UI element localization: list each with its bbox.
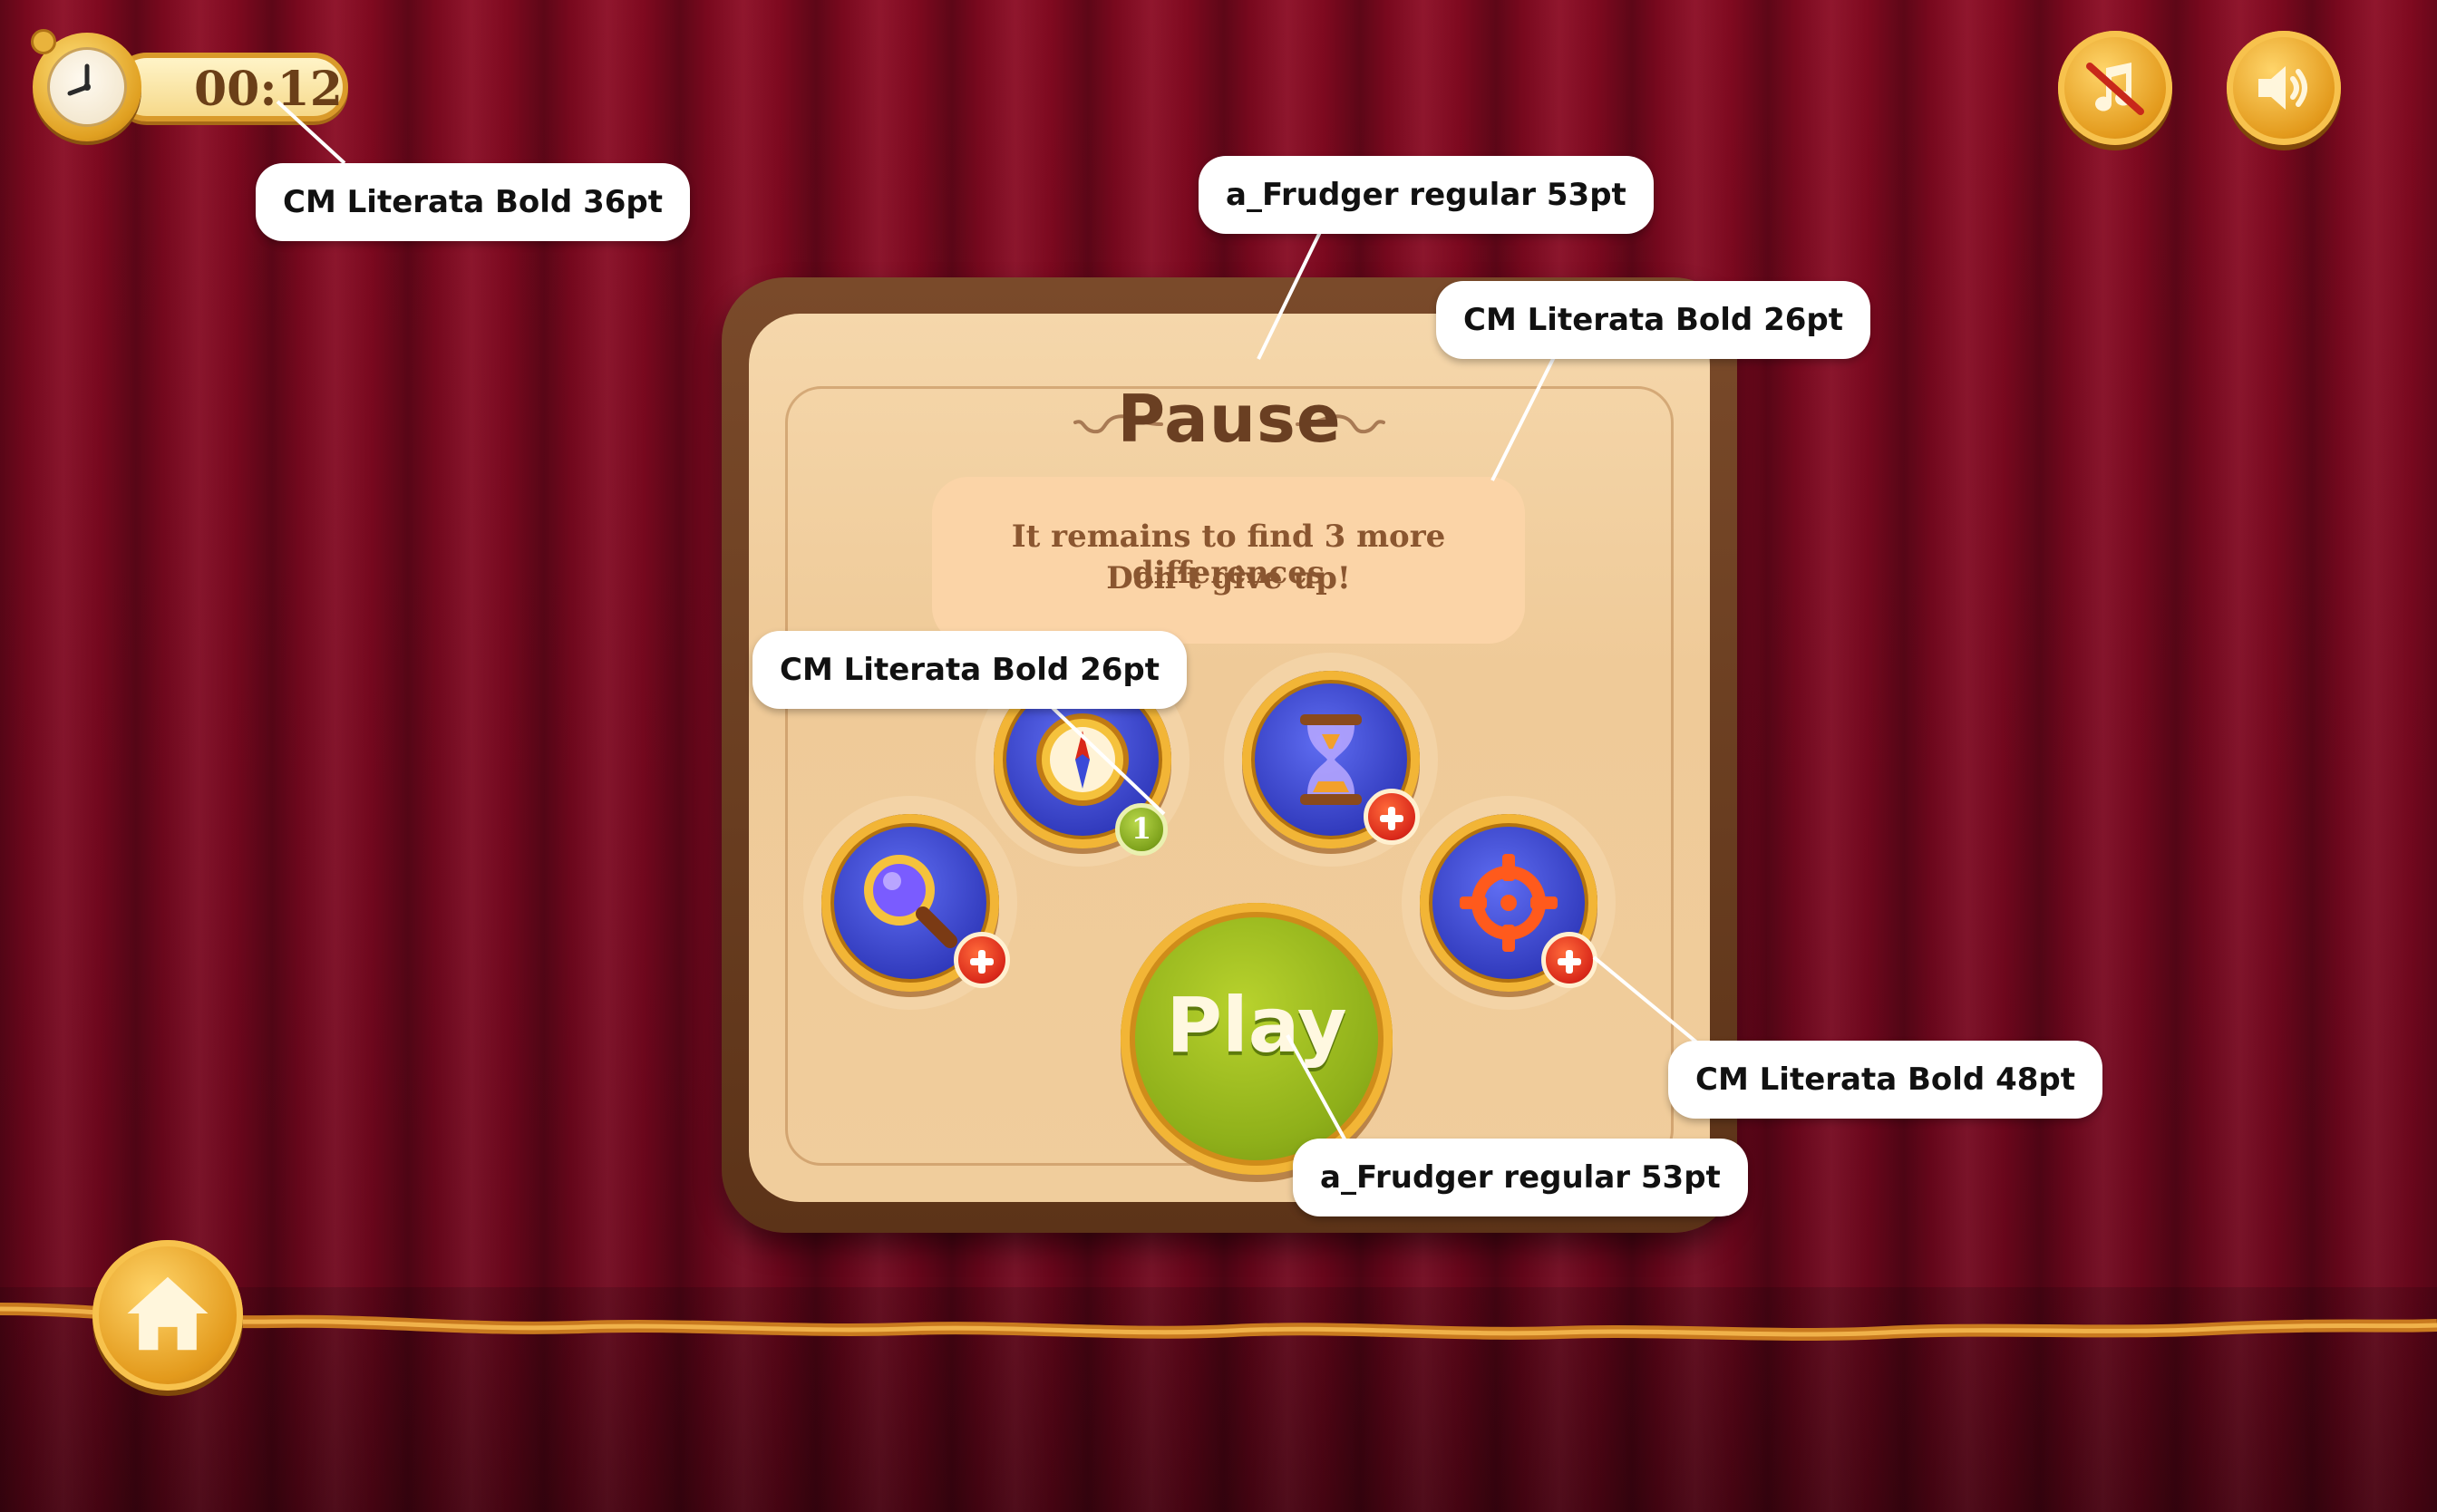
clock-face [47, 47, 127, 127]
annotation-play-font: a_Frudger regular 53pt [1293, 1139, 1748, 1216]
clock-hands-icon [67, 63, 91, 96]
annotation-title-font: a_Frudger regular 53pt [1199, 156, 1654, 234]
annotation-plus-font: CM Literata Bold 48pt [1668, 1041, 2103, 1119]
magnifier-icon [864, 855, 957, 948]
add-target-button[interactable] [1541, 932, 1597, 988]
speaker-icon [2258, 66, 2307, 110]
music-toggle-button[interactable] [2058, 31, 2172, 145]
home-icon [127, 1276, 209, 1351]
annotation-timer-font: CM Literata Bold 36pt [256, 163, 691, 241]
annotation-count-font: CM Literata Bold 26pt [752, 631, 1188, 709]
timer: 00:12 [31, 29, 348, 141]
clock-icon [31, 29, 141, 141]
paper-scroll: Pause It remains to find 3 more differen… [749, 314, 1710, 1202]
compass-count-badge: 1 [1115, 803, 1168, 856]
pause-panel: Pause It remains to find 3 more differen… [722, 277, 1737, 1233]
add-hourglass-button[interactable] [1364, 789, 1420, 845]
play-button[interactable]: Play [1121, 903, 1393, 1175]
home-button[interactable] [92, 1240, 243, 1391]
play-label: Play [1166, 981, 1347, 1070]
add-magnifier-button[interactable] [954, 932, 1010, 988]
music-off-icon [2086, 63, 2144, 115]
stage-rope [0, 1303, 2437, 1341]
magnifier-booster-slot [803, 796, 1017, 1010]
sound-toggle-button[interactable] [2227, 31, 2341, 145]
timer-value: 00:12 [194, 62, 343, 117]
message-box: It remains to find 3 more differences Do… [932, 477, 1525, 644]
message-line-2: Don’t give up! [1106, 560, 1351, 596]
pause-title: Pause [1117, 381, 1342, 457]
annotation-message-font: CM Literata Bold 26pt [1436, 281, 1871, 359]
compass-icon [1036, 713, 1129, 806]
target-booster-slot [1402, 796, 1616, 1010]
hourglass-booster-slot [1224, 653, 1438, 867]
